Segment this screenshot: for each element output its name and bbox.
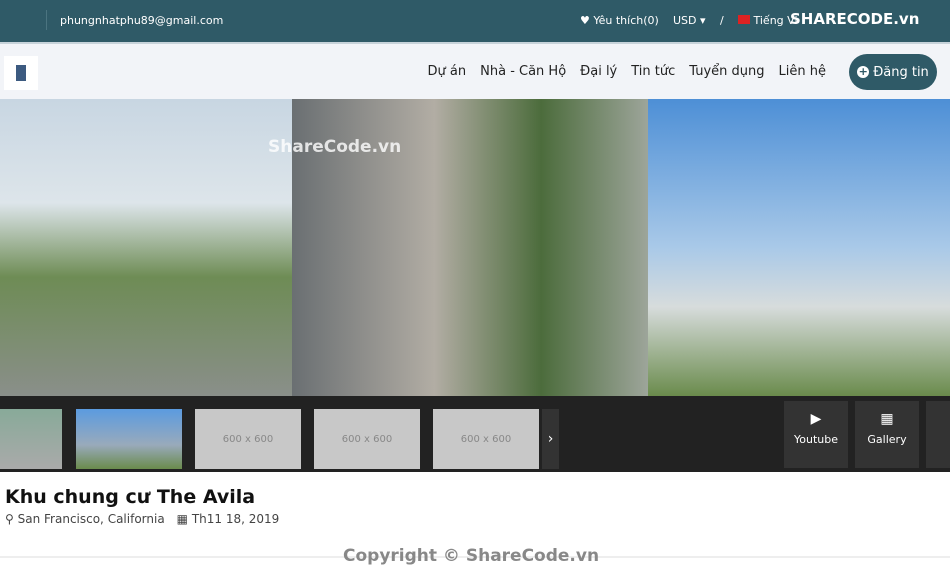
next-arrow-button[interactable]: › bbox=[542, 409, 559, 469]
nav-nha-can-ho[interactable]: Nhà - Căn Hộ bbox=[480, 64, 566, 79]
post-listing-button[interactable]: + Đăng tin bbox=[849, 54, 937, 90]
wishlist-link[interactable]: ♥ Yêu thích(0) bbox=[580, 14, 659, 27]
date: ▦ Th11 18, 2019 bbox=[177, 512, 280, 526]
location: ⚲ San Francisco, California bbox=[5, 512, 165, 526]
currency-label: USD bbox=[673, 14, 697, 27]
nav-du-an[interactable]: Dự án bbox=[428, 64, 467, 79]
youtube-button[interactable]: ▶ Youtube bbox=[784, 401, 848, 468]
top-bar: phungnhatphu89@gmail.com ♥ Yêu thích(0) … bbox=[0, 0, 950, 42]
plus-circle-icon: + bbox=[857, 65, 870, 78]
gallery-label: Gallery bbox=[867, 433, 907, 446]
post-label: Đăng tin bbox=[873, 64, 929, 80]
email-link[interactable]: phungnhatphu89@gmail.com bbox=[60, 14, 223, 27]
grid-icon: ▦ bbox=[880, 411, 894, 427]
date-text: Th11 18, 2019 bbox=[191, 512, 280, 526]
thumbnail-placeholder[interactable]: 600 x 600 bbox=[314, 409, 420, 469]
nav-dai-ly[interactable]: Đại lý bbox=[580, 64, 617, 79]
sharecode-logo: SHARECODE.vn bbox=[790, 10, 920, 28]
thumbnail-strip: 600 x 600 600 x 600 600 x 600 › ▶ Youtube… bbox=[0, 396, 950, 472]
youtube-icon: ▶ bbox=[810, 411, 822, 427]
currency-dropdown[interactable]: USD ▾ bbox=[673, 14, 706, 27]
divider-text: / bbox=[720, 14, 724, 27]
map-marker-icon: ⚲ bbox=[5, 512, 14, 526]
gallery-button[interactable]: ▦ Gallery bbox=[855, 401, 919, 468]
watermark: ShareCode.vn bbox=[268, 137, 402, 157]
calendar-icon: ▦ bbox=[176, 512, 189, 526]
wishlist-label: Yêu thích(0) bbox=[593, 14, 659, 27]
hero-image-rooftop bbox=[0, 99, 292, 396]
main-nav: Dự án Nhà - Căn Hộ Đại lý Tin tức Tuyển … bbox=[0, 42, 950, 99]
thumbnail-placeholder[interactable]: 600 x 600 bbox=[433, 409, 539, 469]
language-dropdown[interactable]: Tiếng Vi bbox=[738, 14, 798, 27]
vn-flag-icon bbox=[738, 15, 750, 24]
copyright-watermark: Copyright © ShareCode.vn bbox=[343, 546, 600, 566]
property-title: Khu chung cư The Avila bbox=[5, 486, 256, 508]
nav-tin-tuc[interactable]: Tin tức bbox=[631, 64, 675, 79]
location-text: San Francisco, California bbox=[17, 512, 165, 526]
thumbnail-placeholder[interactable]: 600 x 600 bbox=[195, 409, 301, 469]
thumbnail[interactable] bbox=[0, 409, 62, 469]
divider bbox=[46, 10, 47, 30]
site-logo[interactable] bbox=[4, 56, 38, 90]
nav-tuyen-dung[interactable]: Tuyển dụng bbox=[689, 64, 764, 79]
more-media-button[interactable] bbox=[926, 401, 950, 468]
youtube-label: Youtube bbox=[794, 433, 838, 446]
hero-gallery[interactable] bbox=[0, 99, 950, 396]
hero-image-tower bbox=[648, 99, 950, 396]
nav-lien-he[interactable]: Liên hệ bbox=[779, 64, 826, 79]
thumbnail[interactable] bbox=[76, 409, 182, 469]
